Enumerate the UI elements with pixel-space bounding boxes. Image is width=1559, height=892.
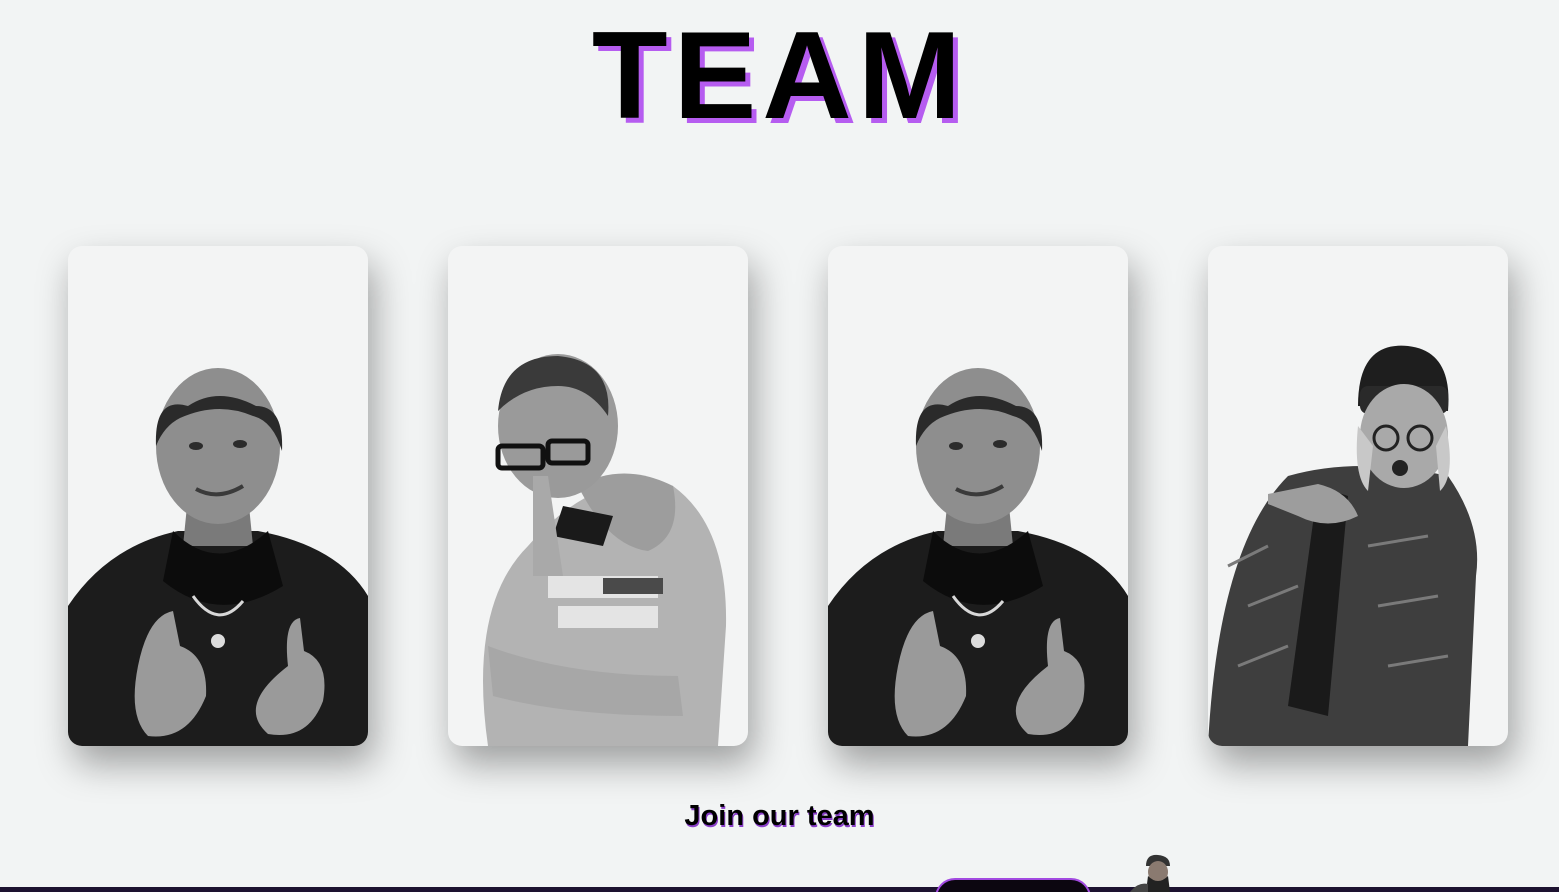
footer-divider	[0, 887, 1559, 892]
page-title: TEAM	[591, 7, 968, 145]
avatar	[1128, 852, 1176, 892]
team-member-photo	[483, 354, 727, 746]
team-member-card[interactable]	[448, 246, 748, 746]
team-cards	[68, 246, 1508, 746]
team-member-card[interactable]	[1208, 246, 1508, 746]
join-button[interactable]	[935, 878, 1091, 892]
team-member-photo	[1208, 345, 1478, 746]
team-member-card[interactable]	[828, 246, 1128, 746]
team-member-photo	[68, 368, 368, 746]
join-our-team-heading[interactable]: Join our team	[0, 800, 1559, 833]
team-member-photo	[828, 368, 1128, 746]
team-member-card[interactable]	[68, 246, 368, 746]
